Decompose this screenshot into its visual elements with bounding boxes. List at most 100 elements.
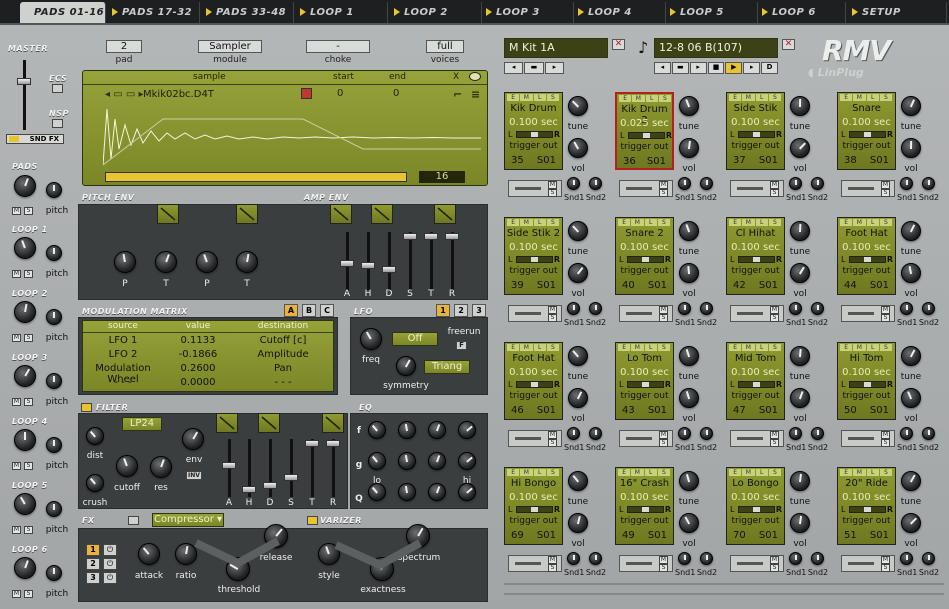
pad-1-vol-knob[interactable] — [568, 138, 588, 158]
pad-header-l[interactable]: L — [755, 469, 768, 476]
pad-pan[interactable]: LR — [841, 505, 893, 514]
amp-env-fader-r[interactable] — [445, 233, 459, 240]
mod-row-1-value[interactable]: 0.1133 — [167, 335, 229, 346]
loop-6-solo-button[interactable]: S — [24, 590, 33, 598]
fx-type-dropdown[interactable]: Compressor ▾ — [152, 513, 224, 527]
pad-5-snd2-knob[interactable] — [589, 302, 602, 315]
pad-8-snd2-knob[interactable] — [922, 302, 935, 315]
pad-header-l[interactable]: L — [645, 95, 658, 102]
pitch-env-knob-1[interactable] — [114, 251, 136, 273]
pad-pan[interactable]: LR — [730, 255, 782, 264]
pad-3-snd2-knob[interactable] — [811, 177, 824, 190]
pad-14-mute-button[interactable]: M — [659, 556, 668, 564]
loop-5-pitch-knob[interactable] — [46, 501, 62, 517]
loop-5-volume-knob[interactable] — [14, 493, 36, 515]
drum-pad-7[interactable]: E M L S Cl Hihat 0.100 sec L Rtrigger out 42 S01 — [726, 217, 785, 295]
pad-pan[interactable]: LR — [508, 380, 560, 389]
drum-pad-15[interactable]: E M L S Lo Bongo 0.100 sec L Rtrigger out 70 S01 — [726, 467, 785, 545]
pan-slider[interactable] — [516, 256, 553, 263]
pad-header-m[interactable]: M — [631, 344, 644, 351]
pad-9-snd1-knob[interactable] — [567, 427, 580, 440]
pad-header-m[interactable]: M — [742, 344, 755, 351]
pad-9-snd2-knob[interactable] — [589, 427, 602, 440]
tab-pads-17-32[interactable]: PADS 17-32 — [108, 2, 200, 23]
drum-pad-12[interactable]: E M L S Hi Tom 0.100 sec L Rtrigger out 50 S01 — [837, 342, 896, 420]
pad-header-s[interactable]: S — [768, 344, 781, 351]
eq-knob-Q-3[interactable] — [428, 483, 446, 501]
pad-header-e[interactable]: E — [729, 469, 742, 476]
loop-3-solo-button[interactable]: S — [24, 398, 33, 406]
pad-6-solo-button[interactable]: S — [659, 314, 668, 322]
filter-curve-button-3[interactable] — [322, 413, 344, 433]
master-volume-slider[interactable] — [14, 60, 36, 130]
loop-6-pitch-knob[interactable] — [46, 565, 62, 581]
filter-curve-button-1[interactable] — [216, 413, 238, 433]
pattern-loop-button[interactable]: ▸ — [743, 62, 761, 74]
drum-pad-5[interactable]: E M L S Side Stik 2 0.100 sec L Rtrigger out 39 S… — [504, 217, 563, 295]
loop-6-mute-button[interactable]: M — [12, 590, 21, 598]
loop-3-volume-knob[interactable] — [14, 365, 36, 387]
pad-10-tune-knob[interactable] — [679, 346, 699, 366]
pad-16-snd2-knob[interactable] — [922, 552, 935, 565]
drum-pad-2[interactable]: E M L S Kik Drum 2 0.025 sec L Rtrigger out 36 S0… — [615, 92, 674, 170]
mod-tab-c[interactable]: C — [320, 304, 334, 317]
pad-header-e[interactable]: E — [619, 95, 632, 102]
pad-pan[interactable]: LR — [841, 380, 893, 389]
pad-8-mute-button[interactable]: M — [881, 306, 890, 314]
tab-setup[interactable]: SETUP — [848, 2, 947, 23]
pad-header-s[interactable]: S — [768, 469, 781, 476]
pad-16-solo-button[interactable]: S — [881, 564, 890, 572]
fx-slot-3[interactable]: 3 — [86, 572, 100, 584]
fx-slot-3-power-icon[interactable]: ⏻ — [103, 572, 117, 584]
pad-14-snd1-knob[interactable] — [678, 552, 691, 565]
pad-13-snd1-knob[interactable] — [567, 552, 580, 565]
pad-5-snd1-knob[interactable] — [567, 302, 580, 315]
pan-slider[interactable] — [849, 131, 886, 138]
pad-2-snd1-knob[interactable] — [678, 177, 691, 190]
eq-knob-g-2[interactable] — [398, 452, 416, 470]
pad-3-solo-button[interactable]: S — [770, 189, 779, 197]
nsp-toggle[interactable] — [52, 119, 63, 128]
mod-row-2-destination[interactable]: Amplitude — [233, 349, 333, 360]
pad-header-e[interactable]: E — [618, 219, 631, 226]
pad-15-tune-knob[interactable] — [790, 471, 810, 491]
pad-header-m[interactable]: M — [520, 219, 533, 226]
lfo-freq-knob[interactable] — [360, 328, 382, 350]
lfo-sync-field[interactable]: Off — [392, 332, 438, 346]
pan-slider[interactable] — [738, 131, 775, 138]
pan-slider[interactable] — [849, 506, 886, 513]
amp-env-fader-d[interactable] — [382, 266, 396, 273]
varizer-enable[interactable] — [307, 516, 318, 525]
freerun-toggle[interactable]: F — [456, 341, 467, 350]
pad-10-mute-button[interactable]: M — [659, 431, 668, 439]
filter-env-fader-d[interactable] — [263, 482, 277, 489]
pad-15-mute-button[interactable]: M — [770, 556, 779, 564]
pad-pan[interactable]: LR — [730, 130, 782, 139]
sample-start-value[interactable]: 0 — [337, 88, 343, 99]
pad-7-mute-button[interactable]: M — [770, 306, 779, 314]
pad-header-l[interactable]: L — [533, 469, 546, 476]
pad-9-mute-button[interactable]: M — [548, 431, 557, 439]
pad-10-solo-button[interactable]: S — [659, 439, 668, 447]
pad-header-e[interactable]: E — [840, 344, 853, 351]
pad-5-vol-knob[interactable] — [568, 263, 588, 283]
pad-header-e[interactable]: E — [618, 469, 631, 476]
pad-header-s[interactable]: S — [657, 344, 670, 351]
loop-4-solo-button[interactable]: S — [24, 462, 33, 470]
pad-header-m[interactable]: M — [742, 219, 755, 226]
kit-next-button[interactable]: ▸ — [544, 62, 564, 74]
loop-2-mute-button[interactable]: M — [12, 334, 21, 342]
pad-8-vol-knob[interactable] — [901, 263, 921, 283]
env-curve-button-4[interactable] — [371, 204, 393, 224]
loop-1-mute-button[interactable]: M — [12, 270, 21, 278]
pad-3-vol-knob[interactable] — [790, 138, 810, 158]
pad-header-m[interactable]: M — [742, 469, 755, 476]
pad-7-snd2-knob[interactable] — [811, 302, 824, 315]
pad-11-mute-button[interactable]: M — [770, 431, 779, 439]
zoom-field[interactable]: 16 — [419, 171, 465, 183]
kit-folder-button[interactable]: ▬ — [524, 62, 544, 74]
pad-header-s[interactable]: S — [879, 344, 892, 351]
pattern-folder-button[interactable]: ▬ — [671, 62, 689, 74]
sample-clear-button[interactable] — [301, 88, 312, 99]
filter-env-fader-h[interactable] — [242, 486, 256, 493]
